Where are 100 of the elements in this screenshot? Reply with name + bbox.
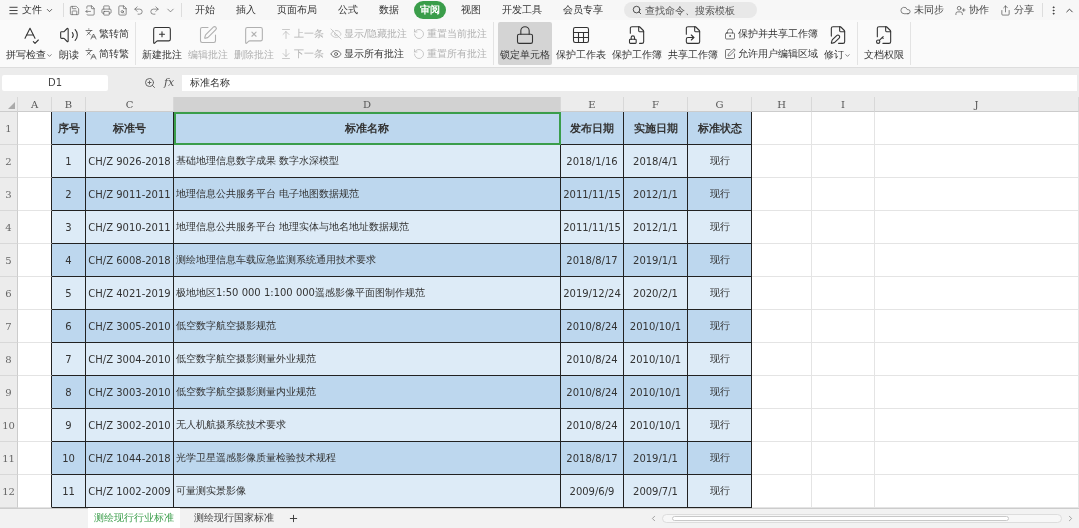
toolbar-action[interactable]: 未同步 [897,3,947,17]
sheet-icon [571,25,592,45]
printer-icon[interactable] [101,4,112,16]
name-box[interactable]: D1 [2,74,108,91]
row-number[interactable]: 4 [0,211,18,244]
column-title: 标准名称 [174,112,561,145]
horizontal-scrollbar[interactable] [662,514,1062,523]
empty-cell [812,343,875,376]
table-cell: 地理信息公共服务平台 地理实体与地名地址数据规范 [174,211,561,244]
lock-icon [724,27,737,40]
table-cell: CH/Z 3005-2010 [86,310,174,343]
sheet-tab[interactable]: 测绘现行国家标准 [188,507,280,528]
undo-icon[interactable] [133,4,144,16]
empty-cell [812,310,875,343]
function-label[interactable]: fx [164,76,175,89]
table-cell: 2018/8/17 [561,442,624,475]
scroll-left-icon[interactable] [649,514,658,523]
menu-tab[interactable]: 页面布局 [271,1,323,19]
column-header[interactable]: D [174,97,561,112]
toolbar-action[interactable]: 分享 [997,3,1037,17]
menu-tab[interactable]: 插入 [230,1,262,19]
table-cell: 2011/11/15 [561,211,624,244]
column-header[interactable]: A [18,97,52,112]
ribbon-button[interactable]: 修订 [822,22,854,65]
empty-cell [812,244,875,277]
ribbon-button[interactable]: 文档权限 [862,22,907,65]
row-number[interactable]: 3 [0,178,18,211]
toolbar-action[interactable]: 协作 [952,3,992,17]
file-menu[interactable]: 文件 [4,3,58,17]
column-header[interactable]: I [812,97,875,112]
empty-cell [812,277,875,310]
column-header[interactable]: B [52,97,86,112]
row-number[interactable]: 8 [0,343,18,376]
column-header[interactable]: H [752,97,812,112]
ribbon-button[interactable]: 繁转简 [85,26,129,41]
ribbon-button[interactable]: 保护工作表 [554,22,609,65]
menu-tab[interactable]: 视图 [455,1,487,19]
redo-icon[interactable] [149,4,160,16]
scroll-right-icon[interactable] [1066,514,1075,523]
print-preview-icon[interactable] [117,4,128,16]
row-number[interactable]: 5 [0,244,18,277]
table-cell: 现行 [688,244,752,277]
table-cell: 2012/1/1 [624,211,688,244]
table-cell: 5 [52,277,86,310]
table-cell: CH/Z 3004-2010 [86,343,174,376]
row-number[interactable]: 9 [0,376,18,409]
add-sheet-icon[interactable] [288,513,299,524]
empty-cell [812,112,875,145]
row-number[interactable]: 10 [0,409,18,442]
column-header[interactable]: F [624,97,688,112]
row-number[interactable]: 1 [0,112,18,145]
table-cell: CH/Z 6008-2018 [86,244,174,277]
table-cell: 4 [52,244,86,277]
pen-square-icon [198,25,218,45]
table-cell: CH/Z 1044-2018 [86,442,174,475]
empty-cell [812,376,875,409]
menu-tab[interactable]: 开发工具 [496,1,548,19]
select-all-icon[interactable] [8,102,15,109]
zoom-icon[interactable] [144,76,156,89]
ribbon-button[interactable]: 显示所有批注 [330,46,408,61]
table-cell: 2010/8/24 [561,310,624,343]
menu-tab[interactable]: 开始 [189,1,221,19]
menu-tab[interactable]: 数据 [373,1,405,19]
arrow-down-icon [280,47,292,60]
export-icon[interactable] [85,4,96,16]
ribbon-button[interactable]: 允许用户编辑区域 [724,46,819,61]
row-number[interactable]: 2 [0,145,18,178]
ribbon-button[interactable]: 拼写检查 [4,22,55,65]
ribbon-button[interactable]: 新建批注 [140,22,184,65]
table-cell: 2009/6/9 [561,475,624,508]
table-cell: 现行 [688,442,752,475]
table-cell: 1 [52,145,86,178]
row-number[interactable]: 6 [0,277,18,310]
column-header[interactable]: C [86,97,174,112]
menu-tab[interactable]: 会员专享 [557,1,609,19]
row-number[interactable]: 7 [0,310,18,343]
formula-field[interactable]: 标准名称 [182,74,1077,91]
row-number[interactable]: 11 [0,442,18,475]
caret-icon [46,51,53,59]
column-header[interactable]: G [688,97,752,112]
table-cell: 基础地理信息数字成果 数字水深模型 [174,145,561,178]
ribbon-button[interactable]: 简转繁 [85,46,129,61]
column-header[interactable]: J [875,97,1079,112]
ribbon-button[interactable]: 锁定单元格 [498,22,553,65]
ribbon-button[interactable]: 保护工作簿 [610,22,665,65]
ribbon-button[interactable]: 朗读 [57,22,81,65]
sheet-tab[interactable]: 测绘现行行业标准 [88,507,180,528]
table-cell: 无人机航摄系统技术要求 [174,409,561,442]
row-number[interactable]: 12 [0,475,18,508]
search-field[interactable]: 查找命令、搜索模板 [624,2,757,18]
ribbon-button[interactable]: 共享工作簿 [666,22,721,65]
menu-tab[interactable]: 公式 [332,1,364,19]
column-header[interactable]: E [561,97,624,112]
column-title: 序号 [52,112,86,145]
column-title: 标准号 [86,112,174,145]
ribbon-button[interactable]: 保护并共享工作簿 [724,26,819,41]
save-icon[interactable] [69,4,80,16]
table-cell: 光学卫星遥感影像质量检验技术规程 [174,442,561,475]
column-title: 发布日期 [561,112,624,145]
column-title: 标准状态 [688,112,752,145]
